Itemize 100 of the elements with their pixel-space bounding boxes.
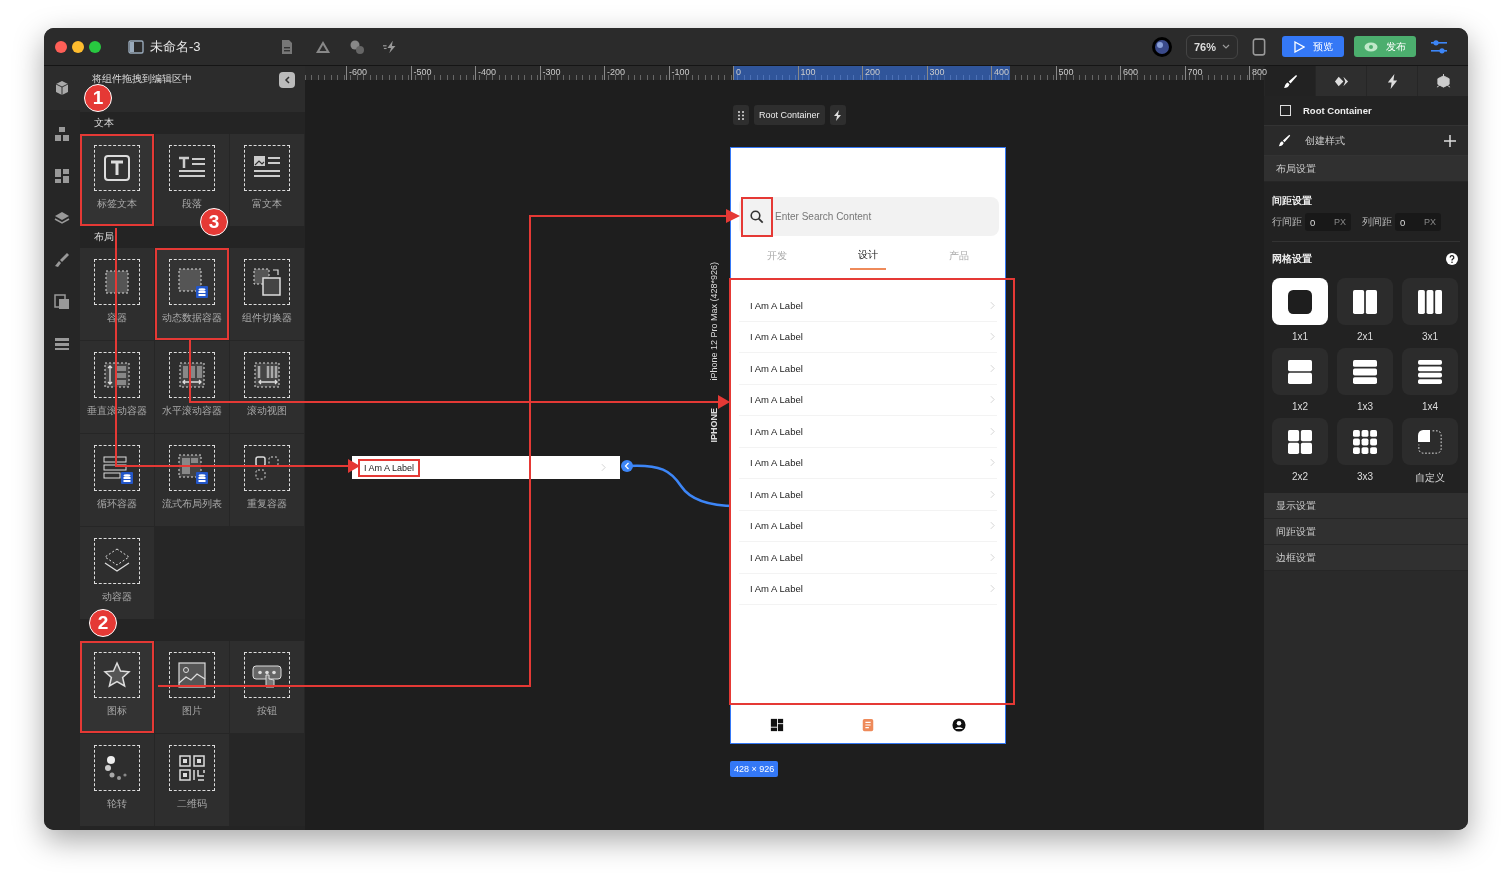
list-row[interactable]: I Am A Label [739,542,997,574]
list-row[interactable]: I Am A Label [739,416,997,448]
grid-option[interactable] [1272,278,1328,325]
ruler-label: -500 [410,66,432,80]
brush-icon[interactable] [54,252,70,268]
grid-option-label: 1x3 [1356,401,1374,412]
layers-icon[interactable] [54,210,70,226]
inspector-tab[interactable] [1417,66,1468,96]
component-tile[interactable]: 标签文本 [80,134,154,226]
list-row[interactable]: I Am A Label [739,573,997,605]
ruler-label: 500 [1055,66,1074,80]
list-row[interactable]: I Am A Label [739,510,997,542]
collapse-button[interactable] [279,72,295,88]
search-field[interactable]: Enter Search Content [739,197,999,236]
ruler-label: 400 [991,66,1010,80]
row-label: I Am A Label [750,457,803,469]
list-row[interactable]: I Am A Label [739,353,997,385]
list-row[interactable]: I Am A Label [739,321,997,353]
section-header[interactable]: 显示设置 [1264,493,1468,519]
grid-option[interactable] [1402,348,1458,395]
row-label: I Am A Label [750,551,803,563]
component-tile[interactable]: 滚动视图 [230,341,304,433]
sidebar-icon[interactable] [128,38,144,55]
component-label: 流式布局列表 [162,497,222,511]
help-icon[interactable] [1446,253,1458,265]
zoom-button[interactable] [89,40,101,53]
component-tile[interactable]: 图片 [155,641,229,733]
grid-layout-icon [1418,359,1442,384]
pages-icon[interactable] [54,294,70,310]
component-tile[interactable]: 富文本 [230,134,304,226]
ruler-label: -200 [604,66,625,80]
grid-option[interactable] [1402,278,1458,325]
user-nav-icon[interactable] [952,718,967,732]
settings-icon[interactable] [1430,38,1448,55]
label-text: I Am A Label [360,460,419,475]
component-tile[interactable]: 重复容器 [230,434,304,526]
section-header[interactable]: 布局设置 [1264,156,1468,182]
grid-option[interactable] [1272,348,1328,395]
group-title: 网格设置 [1272,252,1312,266]
flow-component-icon [176,452,208,484]
list-row[interactable]: I Am A Label [739,290,997,322]
preview-button[interactable]: 预览 [1282,36,1344,57]
component-tile[interactable]: 轮转 [80,734,154,826]
minimize-button[interactable] [72,40,84,53]
blocks-icon[interactable] [54,126,70,142]
component-tile[interactable]: 二维码 [155,734,229,826]
drag-handle[interactable] [733,105,749,125]
component-label: 动容器 [102,590,132,604]
cube-icon[interactable] [54,80,70,96]
list-icon[interactable] [54,336,70,352]
shapes-icon[interactable] [348,38,365,55]
section-header[interactable]: 边框设置 [1264,545,1468,571]
grid-layout-icon [1288,359,1312,384]
component-name: Root Container [1303,105,1372,116]
component-label: 组件切换器 [242,311,292,325]
chevron-icon [990,332,995,342]
component-tile[interactable]: 组件切换器 [230,248,304,340]
checkbox[interactable] [1280,105,1291,116]
add-icon[interactable] [1444,134,1456,147]
component-tile[interactable]: 循环容器 [80,434,154,526]
grid-option[interactable] [1337,418,1393,465]
tab[interactable]: 设计 [850,242,886,270]
chevron-icon [990,584,995,594]
dragged-label-item[interactable]: I Am A Label [352,456,620,479]
list-row[interactable]: I Am A Label [739,384,997,416]
chevron-icon [990,426,995,436]
component-tile[interactable]: 流式布局列表 [155,434,229,526]
phone-icon[interactable] [1252,37,1266,56]
zoom-dropdown[interactable]: 76% [1186,34,1238,59]
grid-option-label: 2x1 [1356,331,1374,342]
layout-icon[interactable] [54,168,70,184]
field-label: 行间距 [1272,215,1302,229]
list-row[interactable]: I Am A Label [739,479,997,511]
window-title: 未命名-3 [150,37,201,56]
avatar-icon[interactable] [1152,36,1172,57]
grid-option[interactable] [1337,348,1393,395]
grid-option[interactable] [1337,278,1393,325]
component-tile[interactable]: 水平滚动容器 [155,341,229,433]
ruler-label: 100 [797,66,816,80]
bolt-button[interactable] [829,105,846,125]
component-tile[interactable]: 动态数据容器 [155,248,229,340]
number-field[interactable]: 0 PX [1395,213,1441,231]
inspector-tab[interactable] [1315,66,1366,96]
close-button[interactable] [55,40,67,53]
ruler-label: 600 [1120,66,1139,80]
number-field[interactable]: 0 PX [1305,213,1351,231]
section-header[interactable]: 间距设置 [1264,519,1468,545]
grid-option[interactable] [1272,418,1328,465]
grid-option-label: 自定义 [1415,471,1445,485]
grid-nav-icon[interactable] [769,718,784,732]
component-tile[interactable]: 图标 [80,641,154,733]
root-container-tag[interactable]: Root Container [754,105,825,125]
ruler-label: -600 [346,66,367,80]
chevron-icon [990,458,995,468]
inspector-tab[interactable] [1366,66,1417,96]
list-row[interactable]: I Am A Label [739,447,997,479]
grid-option[interactable] [1402,418,1458,465]
text-component-icon [101,152,133,184]
field-label: 列间距 [1362,215,1392,229]
component-tile[interactable]: 按钮 [230,641,304,733]
